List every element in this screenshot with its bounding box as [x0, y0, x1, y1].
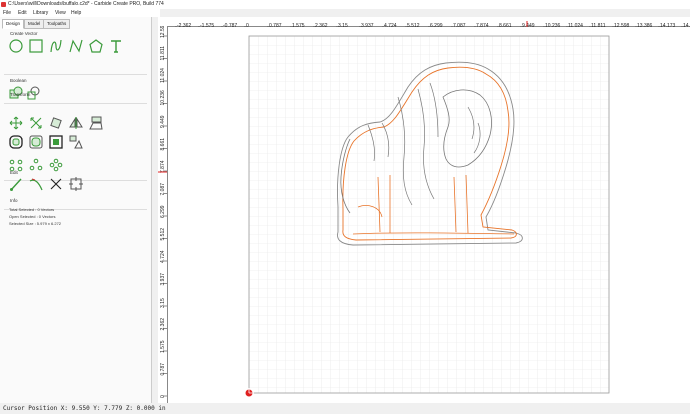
canvas-drawing[interactable] — [168, 27, 690, 403]
tab-design[interactable]: Design — [2, 19, 25, 29]
boolean-heading: Boolean — [10, 78, 27, 83]
window-title: C:\Users\will\Downloads\buffalo.c2d* - C… — [8, 1, 164, 7]
text-icon[interactable] — [109, 39, 123, 53]
cut-icon[interactable] — [49, 177, 63, 191]
ruler-left-label: 0.787 — [160, 363, 166, 376]
ruler-left-label: 8.661 — [160, 138, 166, 151]
group-icon[interactable] — [69, 135, 83, 149]
ruler-left-label: 11.024 — [160, 68, 166, 83]
cursor-position-text: Cursor Position X: 9.550 Y: 7.779 Z: 0.0… — [3, 405, 166, 412]
curve-icon[interactable] — [49, 39, 63, 53]
trim-icon[interactable] — [9, 177, 23, 191]
design-panel: Design Model Toolpaths Create Vector Boo… — [0, 17, 152, 403]
ruler-left-label: 7.874 — [160, 160, 166, 173]
ruler-left-label: 7.087 — [160, 183, 166, 196]
rotate-icon[interactable] — [49, 116, 63, 130]
tab-model[interactable]: Model — [24, 19, 45, 29]
ruler-left-label: 2.362 — [160, 318, 166, 331]
app-logo-icon — [1, 2, 6, 7]
ruler-left: 12.598 11.811 11.024 10.236 9.449 8.661 7.874 7… — [158, 22, 168, 403]
scale-icon[interactable] — [29, 116, 43, 130]
edit-heading: Edit — [10, 170, 18, 175]
menu-help[interactable]: Help — [71, 9, 81, 17]
align-icon[interactable] — [89, 116, 103, 130]
frame-icon[interactable] — [69, 177, 83, 191]
join-icon[interactable] — [29, 177, 43, 191]
ruler-left-label: 6.299 — [160, 205, 166, 218]
ruler-left-label: 12.598 — [160, 26, 166, 38]
move-icon[interactable] — [9, 116, 23, 130]
total-selected-text: Total Selected : 0 Vectors — [9, 207, 55, 212]
polyline-icon[interactable] — [69, 39, 83, 53]
inset-icon[interactable] — [49, 135, 63, 149]
pattern-icon[interactable] — [49, 158, 63, 172]
offset-icon[interactable] — [9, 135, 23, 149]
circle-icon[interactable] — [9, 39, 23, 53]
ruler-left-label: 1.575 — [160, 340, 166, 353]
stock-area — [248, 35, 610, 394]
tab-toolpaths[interactable]: Toolpaths — [43, 19, 71, 29]
ruler-left-label: 5.512 — [160, 228, 166, 241]
ruler-left-label: 3.937 — [160, 273, 166, 286]
fillet-icon[interactable] — [29, 135, 43, 149]
divider — [4, 74, 147, 75]
open-selected-text: Open Selected : 0 Vectors — [9, 214, 56, 219]
menu-edit[interactable]: Edit — [18, 9, 27, 17]
menu-library[interactable]: Library — [33, 9, 48, 17]
ruler-left-label: 9.449 — [160, 115, 166, 128]
menu-bar: File Edit Library View Help — [0, 9, 160, 17]
mirror-icon[interactable] — [69, 116, 83, 130]
ruler-left-label: 10.236 — [160, 90, 166, 106]
info-heading: Info — [10, 198, 18, 203]
selected-size-text: Selected Size : 5.979 x 6.272 — [9, 221, 62, 226]
ruler-left-scale: 12.598 11.811 11.024 10.236 9.449 8.661 7.874 7… — [158, 22, 167, 398]
menu-file[interactable]: File — [3, 9, 11, 17]
create-vector-heading: Create Vector — [10, 31, 38, 36]
ruler-left-label: 11.811 — [160, 46, 166, 61]
array-icon[interactable] — [29, 158, 43, 172]
polygon-icon[interactable] — [89, 39, 103, 53]
divider — [4, 103, 147, 104]
ruler-left-label: 0 — [160, 395, 166, 398]
status-bar: Cursor Position X: 9.550 Y: 7.779 Z: 0.0… — [0, 403, 690, 414]
title-bar: C:\Users\will\Downloads\buffalo.c2d* - C… — [0, 0, 690, 9]
ruler-top: -2.362 -1.575 -0.787 0 0.787 1.575 2.362 3.15 3.… — [158, 17, 690, 30]
transform-heading: Transform — [10, 92, 31, 97]
ruler-left-label: 4.724 — [160, 250, 166, 263]
menu-view[interactable]: View — [55, 9, 66, 17]
rectangle-icon[interactable] — [29, 39, 43, 53]
ruler-left-label: 3.15 — [160, 298, 166, 308]
design-canvas[interactable] — [168, 27, 690, 403]
